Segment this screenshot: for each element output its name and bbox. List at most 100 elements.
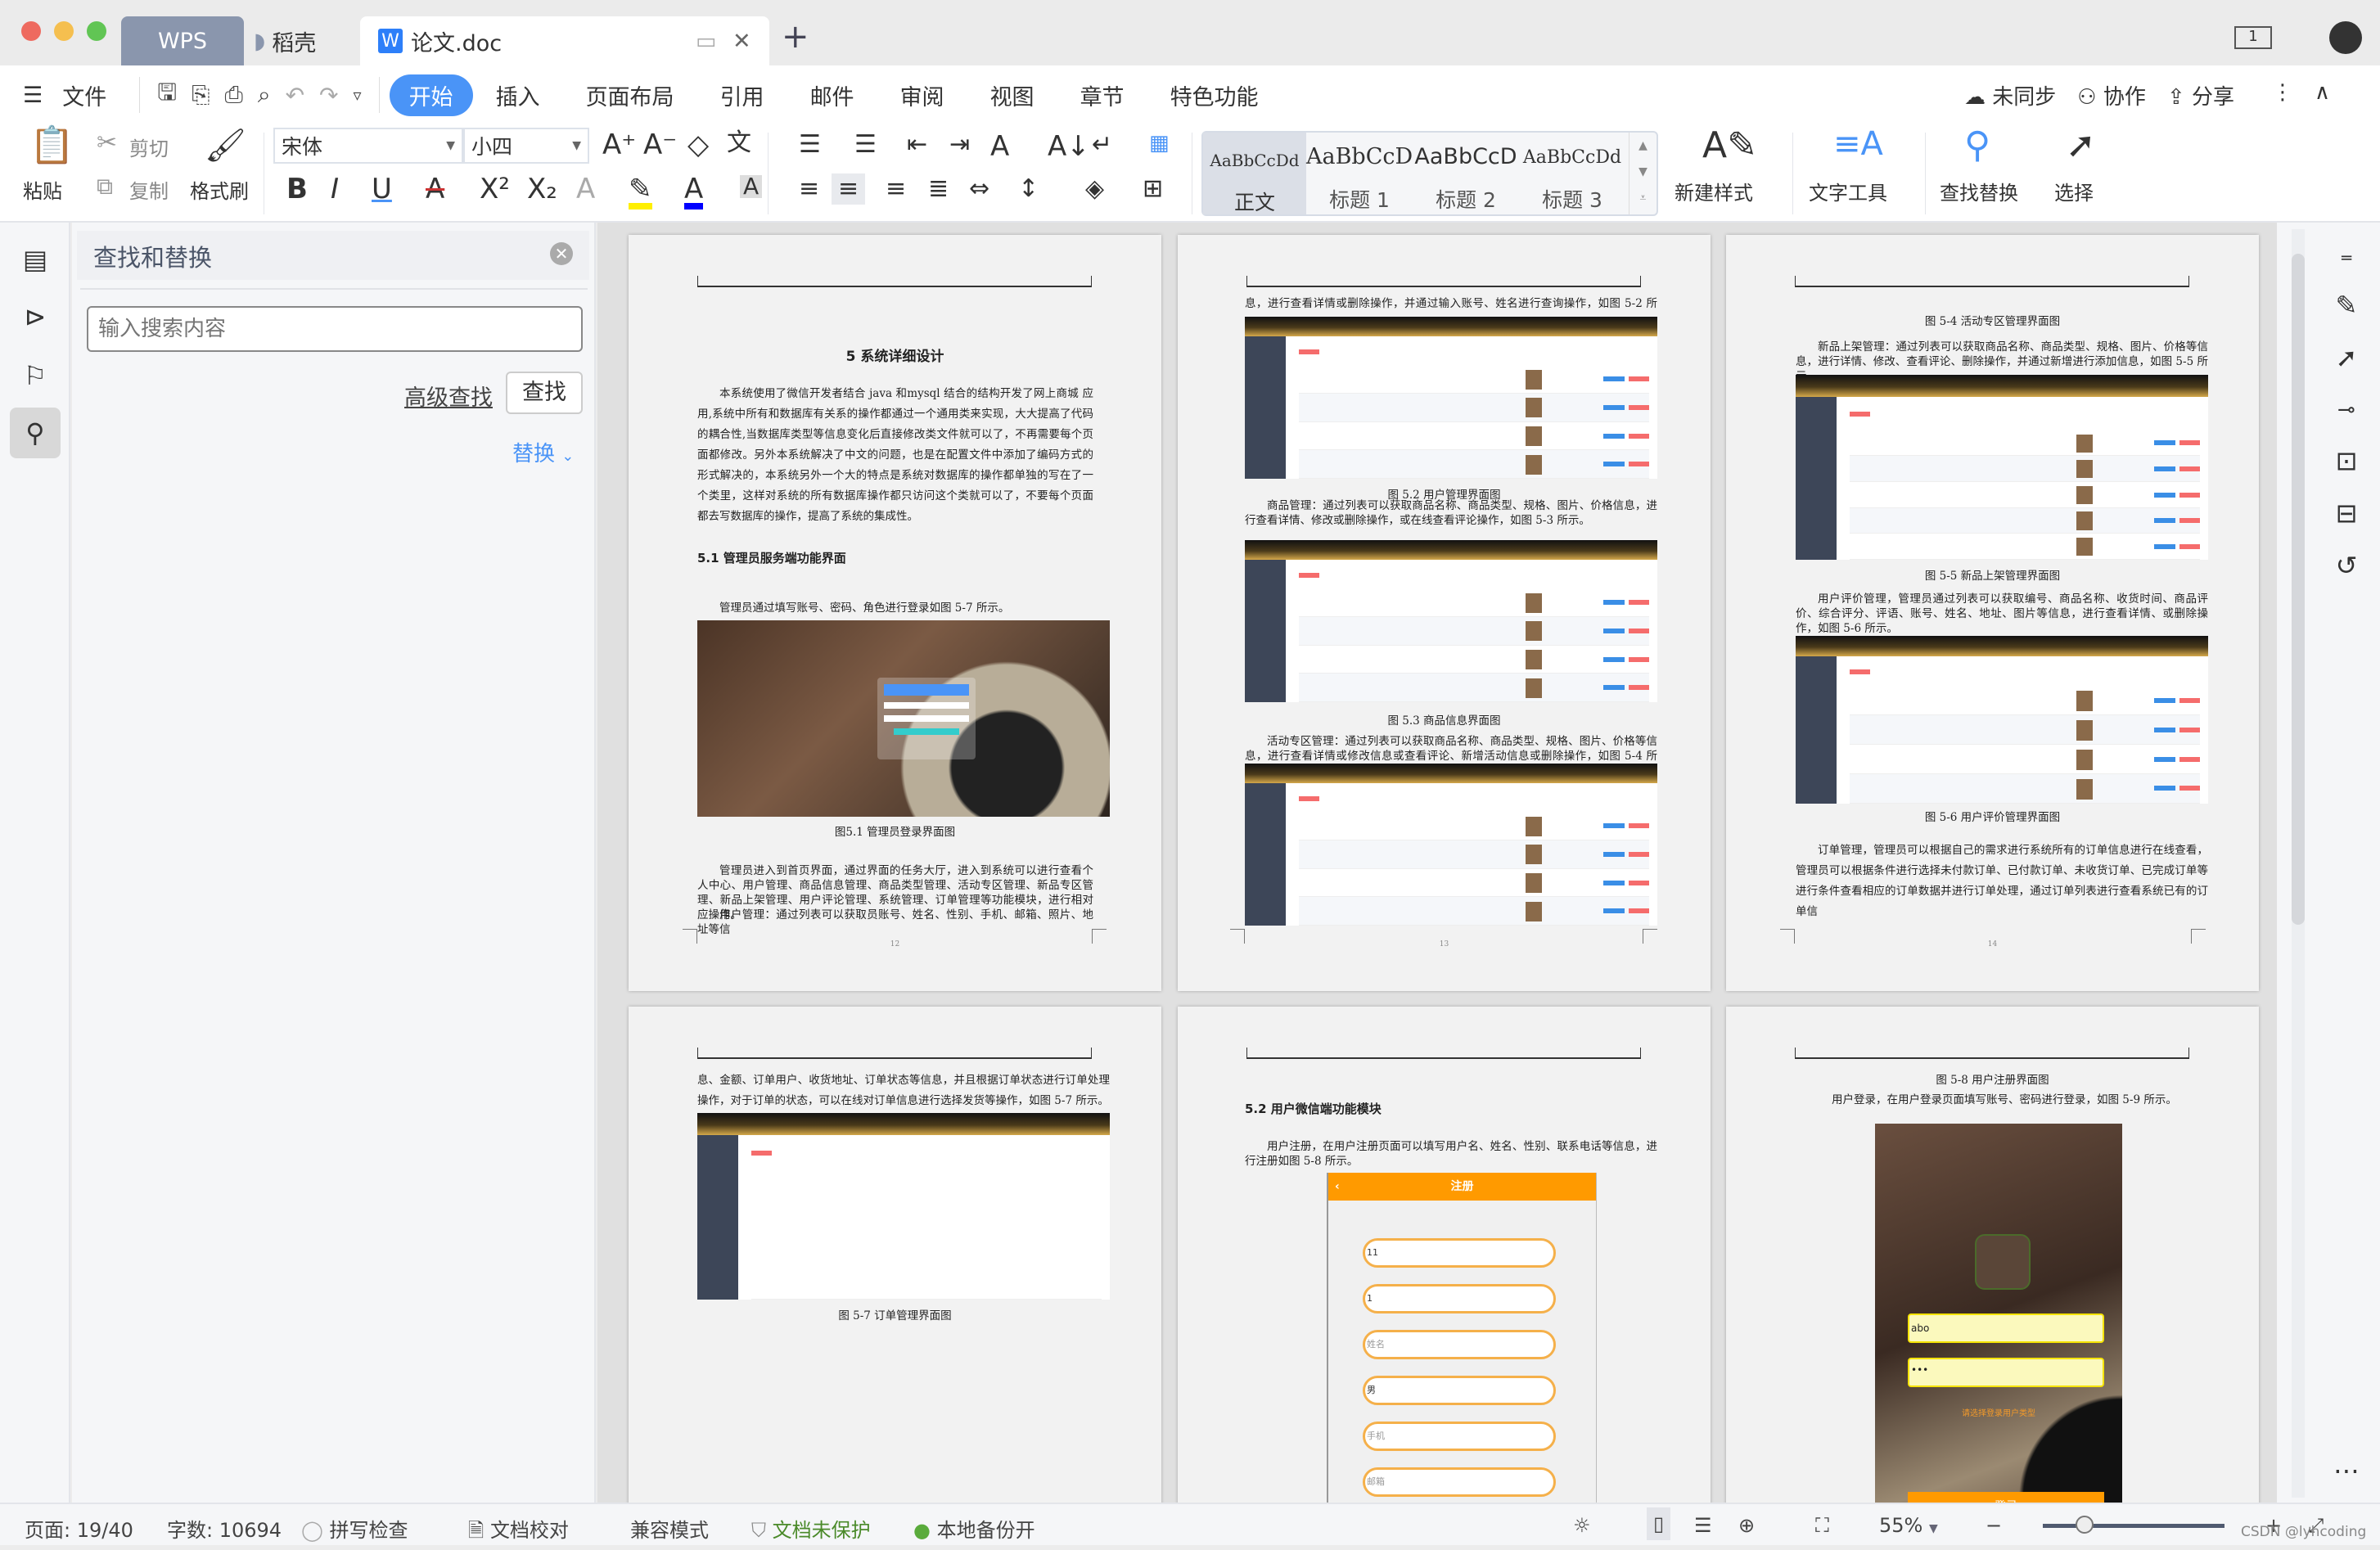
menu-special[interactable]: 特色功能	[1147, 79, 1282, 111]
italic-icon[interactable]: I	[331, 175, 339, 203]
find-replace-button[interactable]: 查找替换	[1940, 177, 2018, 205]
vertical-scrollbar[interactable]	[2292, 229, 2305, 1498]
bold-icon[interactable]: B	[286, 175, 308, 203]
menu-insert[interactable]: 插入	[473, 79, 563, 111]
document-canvas[interactable]: 5 系统详细设计 本系统使用了微信开发者结合 java 和mysql 结合的结构…	[597, 223, 2277, 1503]
underline-icon[interactable]: U	[372, 175, 392, 203]
text-tools-button[interactable]: 文字工具	[1809, 177, 1887, 205]
menu-page-layout[interactable]: 页面布局	[563, 79, 697, 111]
style-heading-2[interactable]: AaBbCcD 标题 2	[1413, 133, 1519, 214]
collab-button[interactable]: ⚇ 协作	[2077, 80, 2146, 110]
advanced-find-link[interactable]: 高级查找	[404, 380, 493, 412]
close-panel-icon[interactable]: ✕	[550, 242, 573, 265]
avatar[interactable]	[2329, 21, 2362, 54]
share-button[interactable]: ⇪ 分享	[2167, 80, 2234, 110]
zoom-select[interactable]: 55% ▼	[1879, 1514, 1938, 1537]
hamburger-icon[interactable]: ☰	[0, 83, 51, 108]
tab-wps[interactable]: WPS	[121, 16, 244, 65]
scroll-thumb[interactable]	[2292, 254, 2305, 925]
superscript-icon[interactable]: X²	[480, 175, 510, 203]
menu-chapter[interactable]: 章节	[1057, 79, 1147, 111]
outline-icon[interactable]: ▤	[15, 239, 56, 280]
adjust-icon[interactable]: ⊸	[2326, 390, 2367, 430]
decrease-indent-icon[interactable]: ⇤	[907, 133, 927, 157]
copy-icon[interactable]: ⧉	[97, 175, 113, 198]
menu-review[interactable]: 审阅	[877, 79, 967, 111]
new-style-button[interactable]: 新建样式	[1675, 177, 1753, 205]
new-style-icon[interactable]: A✎	[1702, 128, 1757, 164]
print-icon[interactable]: ⎙	[224, 81, 242, 109]
format-painter-button[interactable]: 格式刷	[190, 175, 249, 204]
paste-button[interactable]: 粘贴	[23, 175, 62, 204]
borders-icon[interactable]: ⊞	[1143, 177, 1163, 201]
subscript-icon[interactable]: X₂	[527, 175, 557, 203]
char-spacing-icon[interactable]: A	[990, 133, 1009, 160]
zoom-slider[interactable]	[2043, 1524, 2224, 1528]
web-view-icon[interactable]: ⊕	[1738, 1514, 1755, 1537]
clear-format-icon[interactable]: ◇	[687, 131, 709, 159]
navigation-icon[interactable]: ⊳	[15, 296, 56, 337]
window-layout-icon[interactable]: 1	[2234, 26, 2272, 49]
menu-references[interactable]: 引用	[697, 79, 787, 111]
portrait-icon[interactable]: ⊡	[2326, 440, 2367, 481]
shrink-font-icon[interactable]: A⁻	[643, 131, 677, 159]
bullets-icon[interactable]: ☰	[799, 133, 821, 157]
char-shading-icon[interactable]: A	[740, 175, 763, 198]
search-input[interactable]	[87, 306, 583, 352]
grow-font-icon[interactable]: A⁺	[602, 131, 636, 159]
paste-icon[interactable]: 📋	[29, 128, 74, 164]
fit-page-icon[interactable]: ⛶	[1815, 1514, 1829, 1537]
menu-mail[interactable]: 邮件	[787, 79, 877, 111]
export-pdf-icon[interactable]: ⎘	[192, 81, 210, 109]
save-icon[interactable]: 🖫	[157, 75, 177, 115]
phonetic-guide-icon[interactable]: 文	[727, 131, 751, 155]
pointer-icon[interactable]: ➚	[2326, 337, 2367, 378]
image-edit-icon[interactable]: ⊟	[2326, 493, 2367, 534]
word-count[interactable]: 字数: 10694	[167, 1514, 282, 1543]
undo-icon[interactable]: ↶	[286, 82, 304, 109]
spell-check-button[interactable]: ◯ 拼写检查	[301, 1514, 408, 1543]
magnifier-icon[interactable]: ⚲	[1964, 128, 1990, 164]
more-icon[interactable]: ⋮	[2272, 80, 2293, 110]
backup-button[interactable]: ● 本地备份开	[913, 1514, 1035, 1543]
print-preview-icon[interactable]: ⌕	[258, 81, 271, 109]
style-heading-1[interactable]: AaBbCcD 标题 1	[1306, 133, 1413, 214]
find-button[interactable]: 查找	[506, 372, 583, 414]
zoom-out-icon[interactable]: −	[1986, 1514, 2002, 1537]
tab-document[interactable]: W 论文.doc ▭ ✕	[360, 16, 769, 65]
distributed-icon[interactable]: ⇔	[969, 177, 989, 201]
zoom-slider-handle[interactable]	[2076, 1516, 2094, 1534]
page-view-icon[interactable]: ▯	[1647, 1507, 1671, 1540]
history-icon[interactable]: ↺	[2326, 545, 2367, 586]
align-left-icon[interactable]: ≡	[799, 177, 819, 201]
minimize-window-button[interactable]	[54, 21, 74, 41]
close-window-button[interactable]	[21, 21, 41, 41]
style-normal[interactable]: AaBbCcDd 正文	[1203, 133, 1306, 214]
strikethrough-icon[interactable]: A	[426, 175, 444, 203]
table-icon[interactable]: ▦	[1149, 133, 1170, 154]
menu-start[interactable]: 开始	[389, 74, 473, 116]
pen-icon[interactable]: ✎	[2326, 285, 2367, 326]
zoom-window-button[interactable]	[87, 21, 106, 41]
menu-view[interactable]: 视图	[967, 79, 1057, 111]
outline-view-icon[interactable]: ☰	[1694, 1514, 1712, 1537]
format-painter-icon[interactable]: 🖌	[205, 129, 246, 162]
style-heading-3[interactable]: AaBbCcDd 标题 3	[1519, 133, 1625, 214]
cut-button[interactable]: 剪切	[129, 133, 169, 161]
tab-daoke[interactable]: ◗ 稻壳	[254, 16, 352, 65]
sort-icon[interactable]: A↓	[1048, 133, 1090, 160]
replace-toggle[interactable]: 替换 ⌄	[512, 437, 574, 467]
text-effect-icon[interactable]: A	[576, 175, 595, 203]
close-tab-icon[interactable]: ✕	[732, 29, 751, 54]
justify-icon[interactable]: ≣	[928, 177, 949, 201]
text-tools-icon[interactable]: ≡A	[1833, 128, 1883, 160]
paragraph-mark-icon[interactable]: ↵	[1092, 133, 1112, 157]
bookmark-icon[interactable]: ⚐	[15, 355, 56, 396]
search-icon[interactable]: ⚲	[10, 408, 61, 458]
collapse-ribbon-icon[interactable]: ∧	[2315, 80, 2330, 110]
increase-indent-icon[interactable]: ⇥	[949, 133, 970, 157]
copy-button[interactable]: 复制	[129, 175, 169, 204]
line-spacing-icon[interactable]: ↕	[1018, 177, 1039, 201]
sync-button[interactable]: ☁ 未同步	[1964, 80, 2056, 110]
highlight-icon[interactable]: ✎	[629, 175, 652, 210]
